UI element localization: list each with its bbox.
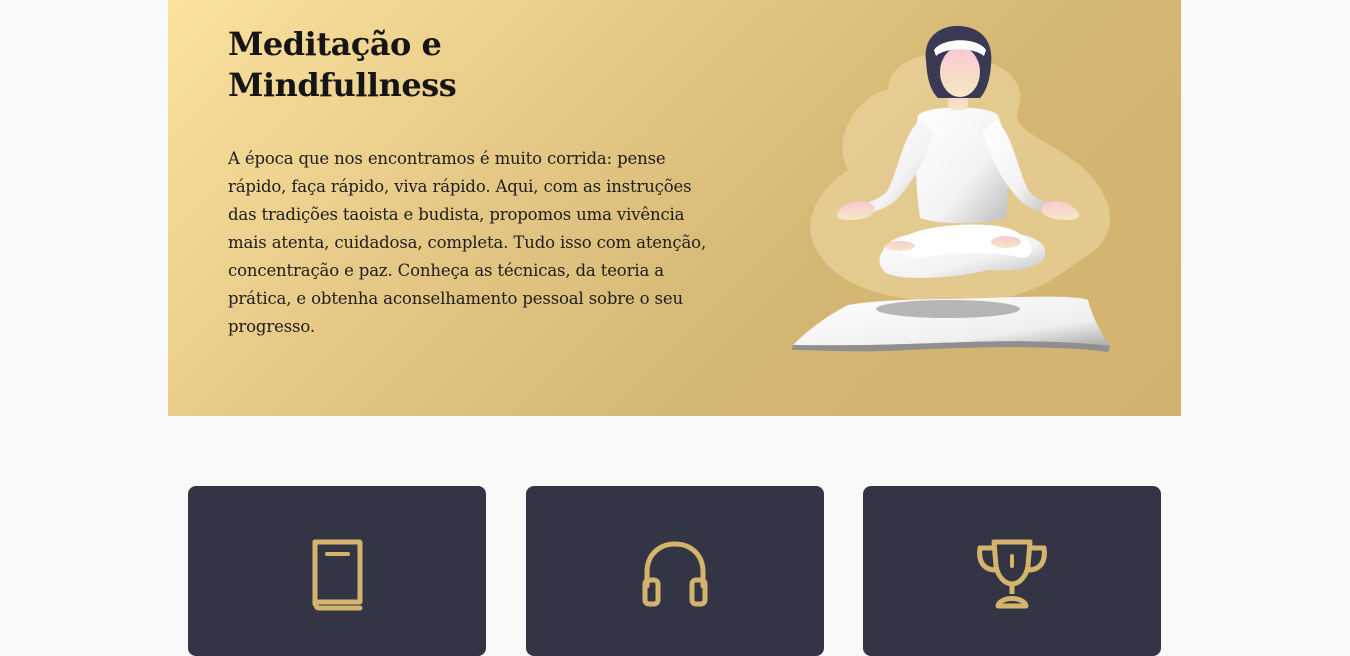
feature-card-progress[interactable] (863, 486, 1161, 656)
trophy-icon (977, 539, 1047, 609)
feature-card-reading[interactable] (188, 486, 486, 656)
hero-banner: Meditação e Mindfullness A época que nos… (168, 0, 1181, 416)
meditating-woman-illustration (792, 25, 1111, 352)
feature-card-audio[interactable] (526, 486, 824, 656)
headphones-icon (642, 541, 708, 607)
page-title: Meditação e Mindfullness (228, 25, 457, 104)
features-row (188, 486, 1161, 656)
book-icon (312, 539, 363, 611)
hero-description: A época que nos encontramos é muito corr… (228, 149, 707, 336)
